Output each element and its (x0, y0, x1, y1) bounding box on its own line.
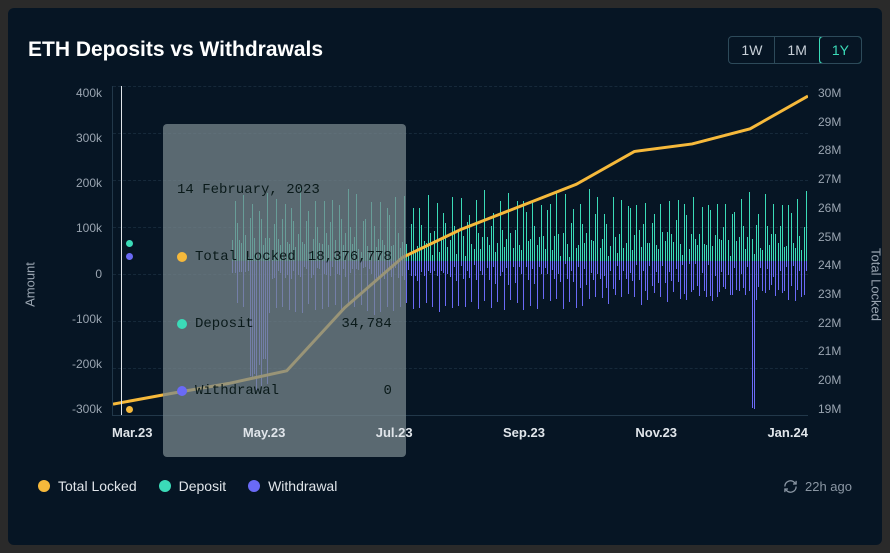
ytick: 24M (818, 258, 858, 272)
legend-item-locked[interactable]: Total Locked (38, 478, 137, 494)
timeframe-group: 1W 1M 1Y (728, 36, 862, 64)
dot-icon (177, 386, 187, 396)
tooltip-row: Deposit 34,784 (177, 313, 392, 335)
ytick: 0 (52, 267, 102, 281)
chart-tooltip: 14 February, 2023 Total Locked 18,376,77… (163, 124, 406, 457)
chart-panel: ETH Deposits vs Withdrawals 1W 1M 1Y Amo… (8, 8, 882, 545)
crosshair-line (121, 86, 122, 415)
tooltip-value: 18,376,778 (308, 246, 392, 268)
chart-title: ETH Deposits vs Withdrawals (28, 38, 323, 62)
legend-label: Total Locked (58, 478, 137, 494)
ytick: -300k (52, 402, 102, 416)
y-axis-right-label: Total Locked (869, 248, 884, 321)
legend-label: Withdrawal (268, 478, 337, 494)
ytick: 26M (818, 201, 858, 215)
xtick: Jan.24 (767, 425, 807, 440)
legend: Total Locked Deposit Withdrawal (38, 478, 337, 494)
legend-item-deposit[interactable]: Deposit (159, 478, 226, 494)
dot-icon (159, 480, 171, 492)
x-ticks: Mar.23 May.23 Jul.23 Sep.23 Nov.23 Jan.2… (112, 425, 808, 440)
plot-region[interactable]: 14 February, 2023 Total Locked 18,376,77… (112, 86, 808, 416)
ytick: 200k (52, 176, 102, 190)
ytick: 30M (818, 86, 858, 100)
crosshair-dot-withdrawal (124, 251, 135, 262)
crosshair-dot-locked (124, 404, 135, 415)
tooltip-value: 0 (383, 380, 391, 402)
xtick: May.23 (243, 425, 285, 440)
tooltip-row: Withdrawal 0 (177, 380, 392, 402)
dot-icon (177, 319, 187, 329)
tooltip-row: Total Locked 18,376,778 (177, 246, 392, 268)
ytick: 21M (818, 344, 858, 358)
ytick: 25M (818, 230, 858, 244)
ytick: -200k (52, 357, 102, 371)
refresh-icon (783, 479, 798, 494)
xtick: Jul.23 (376, 425, 413, 440)
y-axis-left-label: Amount (23, 262, 38, 307)
ytick: 300k (52, 131, 102, 145)
timeframe-1y[interactable]: 1Y (819, 36, 862, 64)
ytick: 19M (818, 402, 858, 416)
timeframe-1w[interactable]: 1W (729, 37, 775, 63)
crosshair-dot-deposit (124, 238, 135, 249)
ytick: 27M (818, 172, 858, 186)
ytick: 20M (818, 373, 858, 387)
xtick: Sep.23 (503, 425, 545, 440)
ytick: 100k (52, 221, 102, 235)
xtick: Mar.23 (112, 425, 152, 440)
updated-text: 22h ago (805, 479, 852, 494)
dot-icon (38, 480, 50, 492)
ytick: -100k (52, 312, 102, 326)
timeframe-1m[interactable]: 1M (775, 37, 819, 63)
legend-item-withdrawal[interactable]: Withdrawal (248, 478, 337, 494)
y-ticks-left: 400k 300k 200k 100k 0 -100k -200k -300k (52, 86, 102, 416)
chart-area[interactable]: Amount Total Locked 400k 300k 200k 100k … (38, 82, 862, 472)
dot-icon (248, 480, 260, 492)
legend-label: Deposit (179, 478, 226, 494)
tooltip-label: Withdrawal (195, 380, 279, 402)
ytick: 22M (818, 316, 858, 330)
panel-footer: Total Locked Deposit Withdrawal 22h ago (28, 478, 862, 494)
tooltip-label: Total Locked (195, 246, 296, 268)
ytick: 400k (52, 86, 102, 100)
xtick: Nov.23 (635, 425, 677, 440)
tooltip-label: Deposit (195, 313, 254, 335)
ytick: 28M (818, 143, 858, 157)
dot-icon (177, 252, 187, 262)
tooltip-date: 14 February, 2023 (177, 179, 392, 201)
panel-header: ETH Deposits vs Withdrawals 1W 1M 1Y (28, 36, 862, 64)
ytick: 23M (818, 287, 858, 301)
y-ticks-right: 30M 29M 28M 27M 26M 25M 24M 23M 22M 21M … (818, 86, 858, 416)
ytick: 29M (818, 115, 858, 129)
tooltip-value: 34,784 (341, 313, 391, 335)
last-updated: 22h ago (783, 479, 852, 494)
